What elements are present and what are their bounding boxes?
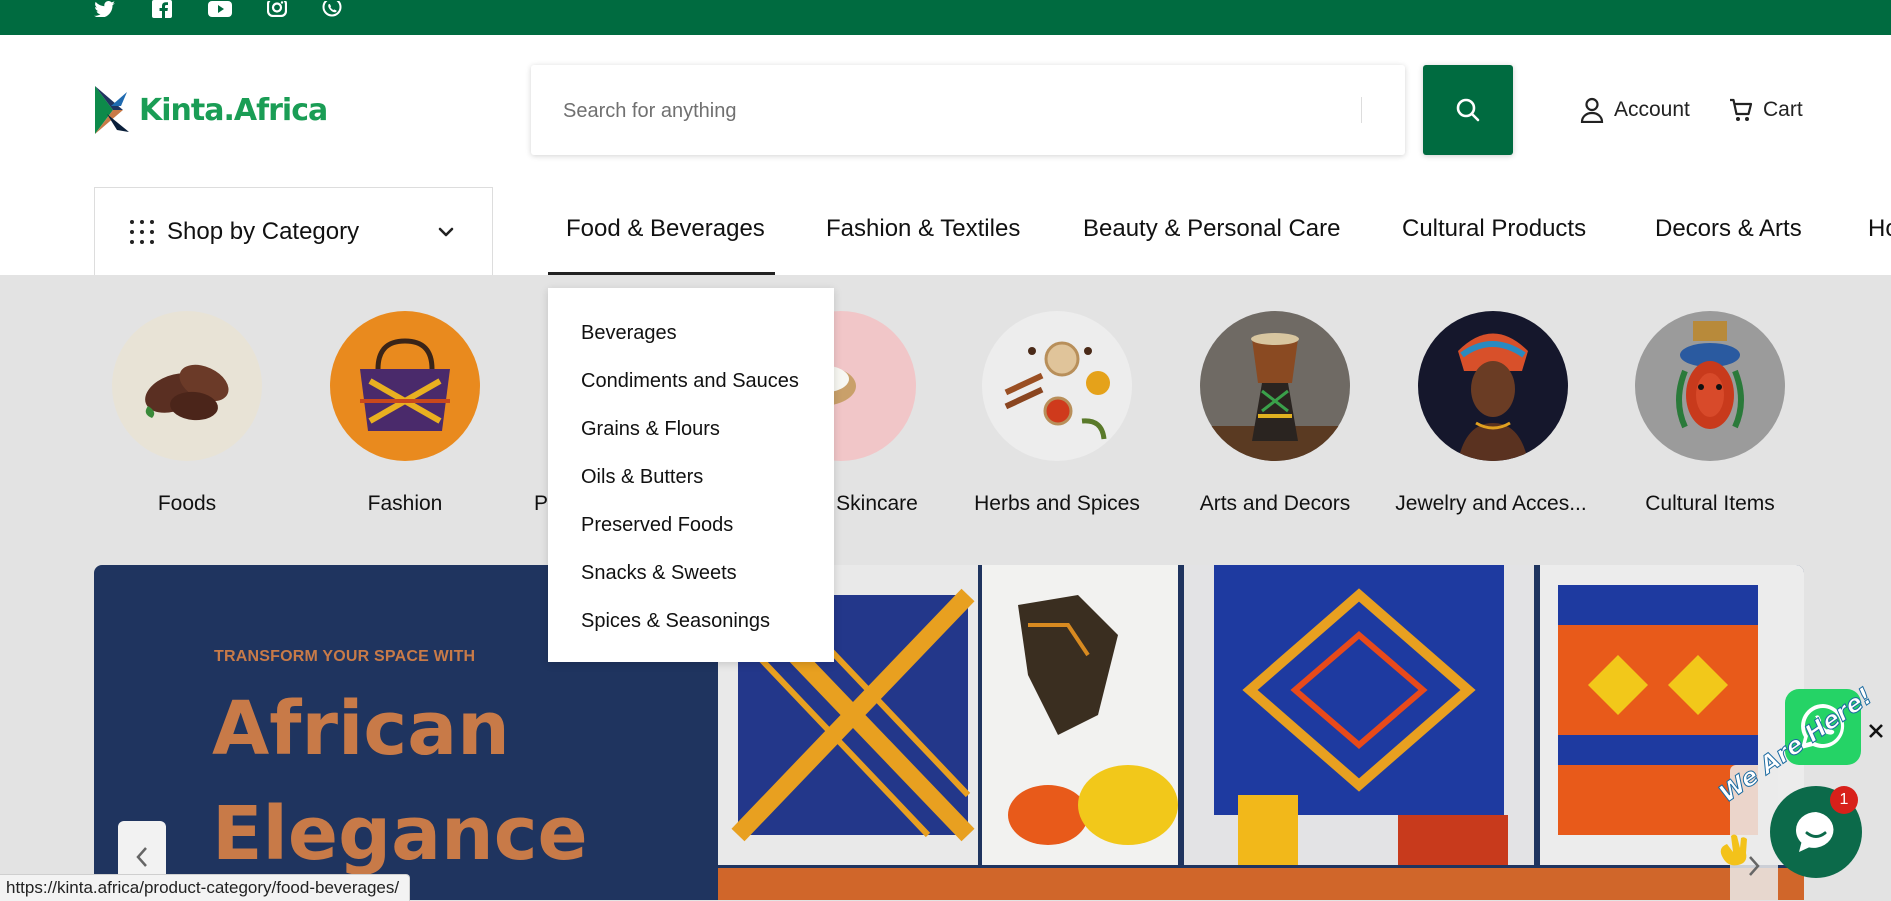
waving-hand-icon [1715,828,1755,877]
banner-title-line1: African [212,686,510,772]
dropdown-item-beverages[interactable]: Beverages [581,322,677,345]
category-label-partial[interactable]: P [428,492,548,516]
banner-title-line2: Elegance [212,791,588,877]
dropdown-item-condiments[interactable]: Condiments and Sauces [581,370,799,393]
whatsapp-icon[interactable] [320,0,344,18]
search-box [531,65,1405,157]
search-button[interactable] [1423,65,1513,155]
cart-icon [1730,98,1753,121]
chevron-down-icon [438,227,454,237]
category-arts-decors-image[interactable] [1200,311,1350,461]
user-icon [1580,97,1604,123]
nav-food-beverages[interactable]: Food & Beverages [566,215,765,243]
category-label-arts-decors[interactable]: Arts and Decors [1165,492,1385,516]
chat-notification-badge: 1 [1830,786,1858,814]
category-jewelry-image[interactable] [1418,311,1568,461]
shop-by-category-button[interactable]: Shop by Category [94,187,493,275]
category-label-jewelry[interactable]: Jewelry and Acces... [1381,492,1601,516]
site-logo[interactable]: Kinta.Africa [93,84,328,136]
dropdown-item-spices-seasonings[interactable]: Spices & Seasonings [581,610,770,633]
category-label-herbs-spices[interactable]: Herbs and Spices [947,492,1167,516]
chevron-left-icon [136,847,147,867]
account-label: Account [1614,98,1690,121]
nav-beauty-personal-care[interactable]: Beauty & Personal Care [1083,215,1340,243]
dropdown-item-preserved-foods[interactable]: Preserved Foods [581,514,733,537]
category-cultural-items-image[interactable] [1635,311,1785,461]
instagram-icon[interactable] [265,0,289,18]
account-link[interactable]: Account [1580,95,1690,125]
nav-decors-arts[interactable]: Decors & Arts [1655,215,1802,243]
search-icon [1456,98,1480,122]
twitter-icon[interactable] [93,0,117,18]
nav-cultural-products[interactable]: Cultural Products [1402,215,1586,243]
nav-fashion-textiles[interactable]: Fashion & Textiles [826,215,1020,243]
category-fashion-image[interactable] [330,311,480,461]
status-bar-url: https://kinta.africa/product-category/fo… [0,874,411,901]
nav-active-indicator [548,272,775,275]
nav-home-partial[interactable]: Ho [1868,215,1891,243]
shop-by-category-label: Shop by Category [167,217,360,245]
logo-mark-icon [95,86,129,134]
dropdown-item-grains-flours[interactable]: Grains & Flours [581,418,720,441]
category-label-cultural-items[interactable]: Cultural Items [1600,492,1820,516]
banner-image [718,565,1804,900]
grid-dots-icon [130,219,154,244]
category-foods-image[interactable] [112,311,262,461]
dropdown-item-oils-butters[interactable]: Oils & Butters [581,466,703,489]
search-input[interactable] [561,65,1345,157]
youtube-icon[interactable] [207,0,233,18]
dropdown-item-snacks-sweets[interactable]: Snacks & Sweets [581,562,737,585]
banner-subtitle: TRANSFORM YOUR SPACE WITH [214,648,476,665]
chat-bubble-icon [1796,812,1834,852]
category-label-foods[interactable]: Foods [77,492,297,516]
cart-link[interactable]: Cart [1729,95,1803,125]
facebook-icon[interactable] [150,0,174,18]
category-herbs-spices-image[interactable] [982,311,1132,461]
close-icon[interactable] [1863,718,1889,744]
top-bar [0,0,1891,35]
brand-name: Kinta.Africa [139,92,328,128]
cart-label: Cart [1763,98,1803,121]
search-divider [1361,97,1362,123]
food-beverages-dropdown: Beverages Condiments and Sauces Grains &… [548,288,834,662]
